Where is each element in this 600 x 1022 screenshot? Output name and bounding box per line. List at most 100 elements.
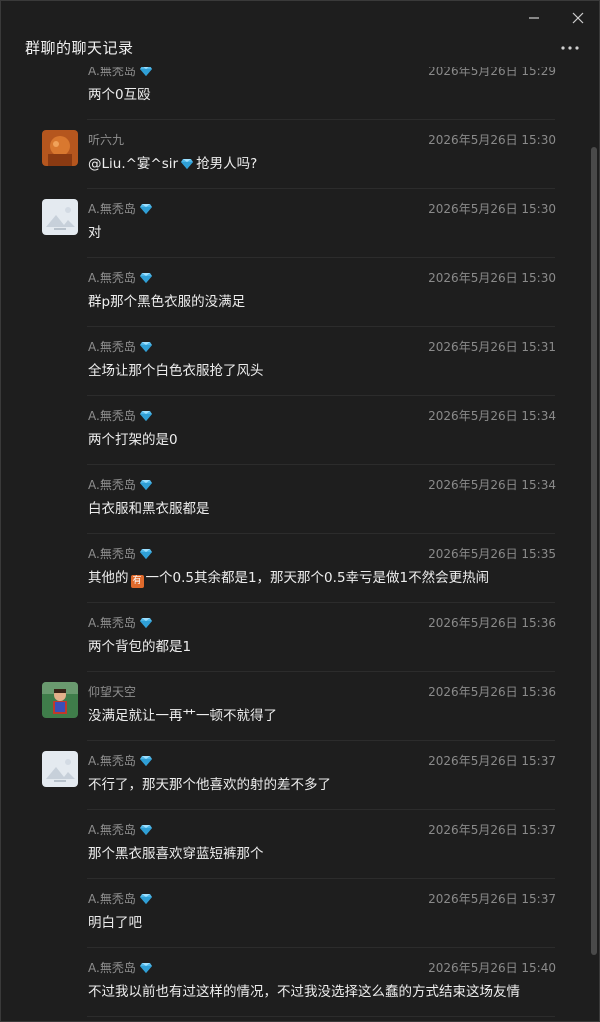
- sender-name: A.無秃岛: [88, 821, 152, 838]
- vip-diamond-icon: [139, 411, 152, 421]
- sender-name-text: A.無秃岛: [88, 340, 136, 354]
- chat-history-window: 群聊的聊天记录 A.無秃岛 2026年5月26日 15:29 两个0互殴听六九 202…: [0, 0, 600, 1022]
- sender-name: A.無秃岛: [88, 545, 152, 562]
- message-item[interactable]: A.無秃岛 2026年5月26日 15:40 不过我以前也有过这样的情况，不过我没选…: [1, 948, 589, 1017]
- mention[interactable]: @Liu.^宴^sir: [88, 156, 178, 172]
- avatar[interactable]: [42, 199, 78, 235]
- divider: [87, 1016, 555, 1017]
- avatar[interactable]: [42, 682, 78, 718]
- vip-diamond-icon: [139, 204, 152, 214]
- minimize-button[interactable]: [519, 5, 549, 31]
- window-title: 群聊的聊天记录: [25, 39, 134, 57]
- message-text: 不过我以前也有过这样的情况，不过我没选择这么蠢的方式结束这场友情: [88, 984, 520, 1000]
- message-item[interactable]: A.無秃岛 2026年5月26日 15:34 白衣服和黑衣服都是: [1, 465, 589, 534]
- sender-name-text: A.無秃岛: [88, 67, 136, 78]
- message-list[interactable]: A.無秃岛 2026年5月26日 15:29 两个0互殴听六九 2026年5月26日 …: [1, 67, 589, 1021]
- message-item[interactable]: A.無秃岛 2026年5月26日 15:37 不行了，那天那个他喜欢的射的差不多了: [1, 741, 589, 810]
- message-text: 两个背包的都是1: [88, 639, 192, 655]
- sender-name: 仰望天空: [88, 683, 136, 700]
- vip-diamond-icon: [139, 618, 152, 628]
- sender-name: A.無秃岛: [88, 614, 152, 631]
- title-bar: 群聊的聊天记录: [1, 1, 599, 67]
- message-item[interactable]: A.無秃岛 2026年5月26日 15:37 明白了吧: [1, 879, 589, 948]
- message-text: 全场让那个白色衣服抢了风头: [88, 363, 264, 379]
- message-text: 群p那个黑色衣服的没满足: [88, 294, 246, 310]
- message-timestamp: 2026年5月26日 15:30: [428, 271, 556, 285]
- message-text: 那个黑衣服喜欢穿蓝短裤那个: [88, 846, 264, 862]
- message-text-after: 抢男人吗?: [196, 156, 258, 172]
- message-item[interactable]: A.無秃岛 2026年5月26日 15:30 群p那个黑色衣服的没满足: [1, 258, 589, 327]
- sender-name-text: 仰望天空: [88, 685, 137, 699]
- vip-diamond-icon: [139, 480, 152, 490]
- avatar[interactable]: [42, 130, 78, 166]
- message-text: @Liu.^宴^sir 抢男人吗?: [88, 152, 257, 173]
- vip-diamond-icon: [139, 549, 152, 559]
- sender-name-text: A.無秃岛: [88, 478, 136, 492]
- message-text: 两个0互殴: [88, 87, 151, 103]
- sender-name: A.無秃岛: [88, 407, 152, 424]
- message-item[interactable]: A.無秃岛 2026年5月26日 15:29 两个0互殴: [1, 67, 589, 120]
- message-timestamp: 2026年5月26日 15:29: [428, 67, 556, 78]
- message-text: 其他的有一个0.5其余都是1，那天那个0.5幸亏是做1不然会更热闹: [88, 566, 489, 588]
- sender-name: A.無秃岛: [88, 338, 152, 355]
- vip-diamond-icon: [139, 67, 152, 76]
- emoji-icon: 有: [130, 575, 144, 588]
- message-item[interactable]: A.無秃岛 2026年5月26日 15:35 其他的有一个0.5其余都是1，那天那个…: [1, 534, 589, 603]
- close-icon: [572, 12, 584, 24]
- message-item[interactable]: 仰望天空 2026年5月26日 15:36 没满足就让一再艹一顿不就得了: [1, 672, 589, 741]
- vip-diamond-icon: [139, 756, 152, 766]
- message-text-after: 一个0.5其余都是1，那天那个0.5幸亏是做1不然会更热闹: [145, 570, 490, 586]
- sender-name-text: A.無秃岛: [88, 547, 136, 561]
- message-timestamp: 2026年5月26日 15:37: [428, 823, 556, 837]
- message-text: 不行了，那天那个他喜欢的射的差不多了: [88, 777, 331, 793]
- message-text: 明白了吧: [88, 915, 142, 931]
- sender-name-text: A.無秃岛: [88, 823, 136, 837]
- sender-name-text: A.無秃岛: [88, 202, 136, 216]
- message-text: 白衣服和黑衣服都是: [88, 501, 210, 517]
- message-text: 没满足就让一再艹一顿不就得了: [88, 708, 277, 724]
- sender-name-text: 听六九: [88, 133, 125, 147]
- message-item[interactable]: A.無秃岛 2026年5月26日 15:37 那个黑衣服喜欢穿蓝短裤那个: [1, 810, 589, 879]
- message-timestamp: 2026年5月26日 15:36: [428, 685, 556, 699]
- message-timestamp: 2026年5月26日 15:36: [428, 616, 556, 630]
- sender-name: A.無秃岛: [88, 752, 152, 769]
- sender-name-text: A.無秃岛: [88, 616, 136, 630]
- message-item[interactable]: A.無秃岛 2026年5月26日 15:31 全场让那个白色衣服抢了风头: [1, 327, 589, 396]
- sender-name: A.無秃岛: [88, 67, 152, 79]
- message-timestamp: 2026年5月26日 15:37: [428, 892, 556, 906]
- sender-name: A.無秃岛: [88, 959, 152, 976]
- message-item[interactable]: A.無秃岛 2026年5月26日 15:36 两个背包的都是1: [1, 603, 589, 672]
- sender-name-text: A.無秃岛: [88, 892, 136, 906]
- message-timestamp: 2026年5月26日 15:30: [428, 202, 556, 216]
- message-timestamp: 2026年5月26日 15:37: [428, 754, 556, 768]
- vip-diamond-icon: [139, 894, 152, 904]
- sender-name: A.無秃岛: [88, 476, 152, 493]
- avatar[interactable]: [42, 751, 78, 787]
- message-text-before: 其他的: [88, 570, 129, 586]
- more-icon: [561, 46, 579, 50]
- sender-name: A.無秃岛: [88, 200, 152, 217]
- message-text: 两个打架的是0: [88, 432, 178, 448]
- vip-diamond-icon: [139, 342, 152, 352]
- message-timestamp: 2026年5月26日 15:34: [428, 478, 556, 492]
- vip-diamond-icon: [139, 963, 152, 973]
- message-item[interactable]: A.無秃岛 2026年5月26日 15:34 两个打架的是0: [1, 396, 589, 465]
- message-timestamp: 2026年5月26日 15:40: [428, 961, 556, 975]
- scrollbar-thumb[interactable]: [591, 147, 597, 955]
- minimize-icon: [529, 17, 539, 19]
- vip-diamond-icon: [139, 273, 152, 283]
- message-item[interactable]: 听六九 2026年5月26日 15:30 @Liu.^宴^sir 抢男人吗?: [1, 120, 589, 189]
- sender-name: A.無秃岛: [88, 269, 152, 286]
- sender-name-text: A.無秃岛: [88, 961, 136, 975]
- close-button[interactable]: [563, 5, 593, 31]
- message-item[interactable]: A.無秃岛 2026年5月26日 15:30 对: [1, 189, 589, 258]
- sender-name-text: A.無秃岛: [88, 754, 136, 768]
- more-options-button[interactable]: [557, 38, 583, 58]
- message-timestamp: 2026年5月26日 15:31: [428, 340, 556, 354]
- sender-name: 听六九: [88, 131, 124, 148]
- message-timestamp: 2026年5月26日 15:35: [428, 547, 556, 561]
- message-text: 对: [88, 225, 102, 241]
- scrollbar[interactable]: [589, 67, 599, 1021]
- sender-name: A.無秃岛: [88, 890, 152, 907]
- vip-diamond-icon: [139, 825, 152, 835]
